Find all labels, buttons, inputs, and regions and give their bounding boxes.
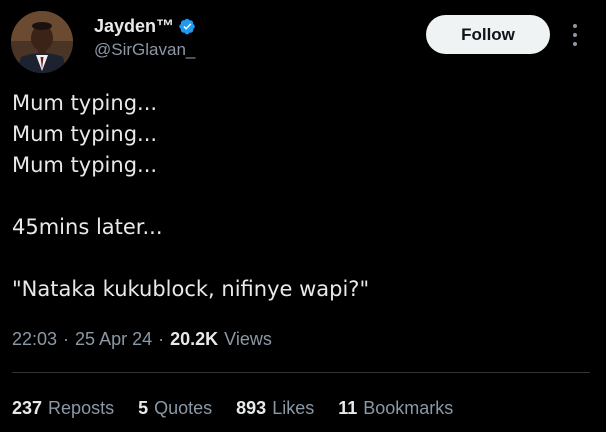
stats-divider	[12, 372, 590, 373]
likes-count: 893	[236, 398, 267, 418]
engagement-stats: 237 Reposts 5 Quotes 893 Likes 11 Bookma…	[12, 398, 477, 419]
more-dot	[573, 42, 577, 46]
avatar-image	[11, 11, 73, 73]
meta-separator: ·	[63, 329, 70, 349]
tweet-line	[12, 243, 369, 274]
tweet-line: Mum typing...	[12, 153, 158, 177]
verified-badge-icon	[179, 18, 195, 35]
tweet-text: Mum typing... Mum typing... Mum typing..…	[12, 88, 369, 305]
tweet-line: Mum typing...	[12, 122, 158, 146]
more-options-icon[interactable]	[566, 22, 584, 48]
reposts-stat[interactable]: 237 Reposts	[12, 398, 114, 419]
tweet-date[interactable]: 25 Apr 24	[75, 329, 152, 350]
bookmarks-label: Bookmarks	[363, 398, 454, 418]
tweet-meta: 22:03 · 25 Apr 24 · 20.2K Views	[12, 329, 272, 350]
more-dot	[573, 24, 577, 28]
bookmarks-count: 11	[338, 398, 358, 418]
author-display-name[interactable]: Jayden™	[94, 16, 174, 37]
likes-label: Likes	[272, 398, 315, 418]
quotes-label: Quotes	[154, 398, 213, 418]
reposts-label: Reposts	[48, 398, 115, 418]
tweet-time[interactable]: 22:03	[12, 329, 57, 350]
likes-stat[interactable]: 893 Likes	[236, 398, 314, 419]
bookmarks-stat[interactable]: 11 Bookmarks	[338, 398, 453, 419]
tweet-line	[12, 181, 369, 212]
reposts-count: 237	[12, 398, 43, 418]
author-avatar[interactable]	[11, 11, 73, 73]
follow-button[interactable]: Follow	[426, 15, 550, 54]
tweet-line: Mum typing...	[12, 91, 158, 115]
author-name-row: Jayden™	[94, 16, 196, 37]
author-handle[interactable]: @SirGlavan_	[94, 40, 195, 60]
tweet-header: Jayden™ @SirGlavan_ Follow	[0, 0, 606, 80]
quotes-stat[interactable]: 5 Quotes	[138, 398, 212, 419]
tweet-line: 45mins later...	[12, 215, 163, 239]
tweet-line: "Nataka kukublock, nifinye wapi?"	[12, 277, 370, 301]
views-label: Views	[224, 329, 272, 349]
quotes-count: 5	[138, 398, 149, 418]
more-dot	[573, 33, 577, 37]
meta-separator: ·	[158, 329, 165, 349]
views-count[interactable]: 20.2K	[170, 329, 218, 350]
